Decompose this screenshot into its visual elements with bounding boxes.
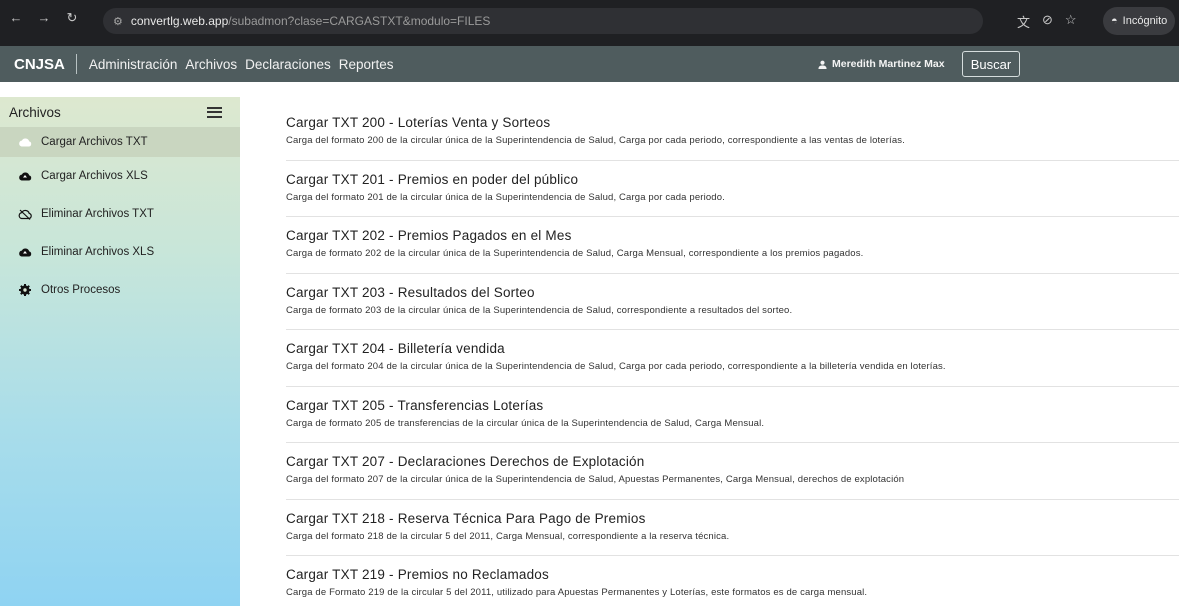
menu-archivos[interactable]: Archivos <box>185 57 237 72</box>
sidebar-item-cargar-txt[interactable]: Cargar Archivos TXT <box>0 127 240 157</box>
menu-administracion[interactable]: Administración <box>89 57 178 72</box>
list-item-title[interactable]: Cargar TXT 218 - Reserva Técnica Para Pa… <box>286 510 1179 528</box>
cloud-upload-icon <box>18 245 32 259</box>
incognito-icon: ◓ <box>1111 15 1118 27</box>
main-menu: Administración Archivos Declaraciones Re… <box>89 57 394 72</box>
forward-icon[interactable]: → <box>36 10 52 26</box>
sidebar-item-label: Cargar Archivos TXT <box>41 136 148 148</box>
sidebar-item-eliminar-xls[interactable]: Eliminar Archivos XLS <box>0 233 240 271</box>
list-item-title[interactable]: Cargar TXT 219 - Premios no Reclamados <box>286 566 1179 584</box>
list-item-description: Carga del formato 201 de la circular úni… <box>286 191 725 203</box>
back-icon[interactable]: ← <box>8 10 24 26</box>
list-item[interactable]: Cargar TXT 205 - Transferencias Loterías… <box>286 387 1179 443</box>
gear-icon <box>18 283 32 297</box>
list-item[interactable]: Cargar TXT 202 - Premios Pagados en el M… <box>286 217 1179 274</box>
site-settings-icon[interactable]: ⚙ <box>113 15 123 28</box>
browser-toolbar: ← → ↻ ⚙ convertlg.web.app/subadmon?clase… <box>0 0 1179 46</box>
list-item-title[interactable]: Cargar TXT 202 - Premios Pagados en el M… <box>286 227 1179 245</box>
browser-nav: ← → ↻ <box>8 10 80 26</box>
incognito-label: Incógnito <box>1122 15 1168 27</box>
url-path: /subadmon?clase=CARGASTXT&modulo=FILES <box>228 14 491 28</box>
sidebar-item-label: Eliminar Archivos XLS <box>41 246 155 258</box>
url-host: convertlg.web.app <box>130 14 229 28</box>
sidebar: Archivos Cargar Archivos TXT Cargar Arch… <box>0 97 240 606</box>
list-item-description: Carga de formato 203 de la circular únic… <box>286 304 793 316</box>
star-icon[interactable]: ☆ <box>1065 12 1077 31</box>
list-item-description: Carga de formato 205 de transferencias d… <box>286 417 765 429</box>
list-item[interactable]: Cargar TXT 200 - Loterías Venta y Sorteo… <box>286 104 1179 161</box>
sidebar-item-cargar-xls[interactable]: Cargar Archivos XLS <box>0 157 240 195</box>
address-bar[interactable]: ⚙ convertlg.web.app/subadmon?clase=CARGA… <box>103 8 983 34</box>
hamburger-icon[interactable] <box>207 106 222 118</box>
sidebar-item-eliminar-txt[interactable]: Eliminar Archivos TXT <box>0 195 240 233</box>
reload-icon[interactable]: ↻ <box>64 10 80 26</box>
list-item[interactable]: Cargar TXT 207 - Declaraciones Derechos … <box>286 443 1179 500</box>
list-item-title[interactable]: Cargar TXT 201 - Premios en poder del pú… <box>286 171 1179 189</box>
browser-actions: 文 ⊘ ☆ <box>1017 12 1077 31</box>
menu-reportes[interactable]: Reportes <box>339 57 394 72</box>
cloud-icon <box>18 135 32 149</box>
list-item[interactable]: Cargar TXT 204 - Billetería vendida Carg… <box>286 330 1179 387</box>
brand-logo[interactable]: CNJSA <box>14 56 65 73</box>
list-item-description: Carga del formato 218 de la circular 5 d… <box>286 530 730 542</box>
list-item-description: Carga del formato 204 de la circular úni… <box>286 361 946 372</box>
sidebar-title: Archivos <box>9 104 61 120</box>
user-menu[interactable]: Meredith Martinez Max <box>818 46 945 82</box>
list-item-title[interactable]: Cargar TXT 200 - Loterías Venta y Sorteo… <box>286 114 1179 132</box>
list-item[interactable]: Cargar TXT 219 - Premios no Reclamados C… <box>286 556 1179 613</box>
header-divider <box>75 54 77 74</box>
menu-declaraciones[interactable]: Declaraciones <box>245 57 331 72</box>
cloud-upload-icon <box>18 169 32 183</box>
sidebar-item-label: Eliminar Archivos TXT <box>41 208 154 220</box>
list-item[interactable]: Cargar TXT 201 - Premios en poder del pú… <box>286 161 1179 217</box>
app-header: CNJSA Administración Archivos Declaracio… <box>0 46 1179 82</box>
user-name: Meredith Martinez Max <box>832 58 945 70</box>
sidebar-item-otros-procesos[interactable]: Otros Procesos <box>0 271 240 309</box>
list-item-title[interactable]: Cargar TXT 204 - Billetería vendida <box>286 340 1179 358</box>
user-icon <box>818 60 827 69</box>
list-item-description: Carga de Formato 219 de la circular 5 de… <box>286 587 868 598</box>
incognito-badge[interactable]: ◓ Incógnito <box>1103 7 1176 35</box>
sidebar-item-label: Cargar Archivos XLS <box>41 170 148 182</box>
list-item-description: Carga del formato 207 de la circular úni… <box>286 474 905 485</box>
list-item-description: Carga del formato 200 de la circular úni… <box>286 135 905 146</box>
file-upload-list: Cargar TXT 200 - Loterías Venta y Sorteo… <box>286 104 1179 613</box>
eye-off-icon[interactable]: ⊘ <box>1042 12 1053 31</box>
list-item[interactable]: Cargar TXT 218 - Reserva Técnica Para Pa… <box>286 500 1179 556</box>
list-item[interactable]: Cargar TXT 203 - Resultados del Sorteo C… <box>286 274 1179 330</box>
search-button[interactable]: Buscar <box>962 51 1020 77</box>
list-item-title[interactable]: Cargar TXT 205 - Transferencias Loterías <box>286 397 1179 415</box>
list-item-title[interactable]: Cargar TXT 203 - Resultados del Sorteo <box>286 284 1179 302</box>
cloud-off-icon <box>18 207 32 221</box>
sidebar-header: Archivos <box>0 97 240 127</box>
sidebar-item-label: Otros Procesos <box>41 284 121 296</box>
list-item-title[interactable]: Cargar TXT 207 - Declaraciones Derechos … <box>286 453 1179 471</box>
list-item-description: Carga de formato 202 de la circular únic… <box>286 248 864 259</box>
translate-icon[interactable]: 文 <box>1017 12 1030 31</box>
